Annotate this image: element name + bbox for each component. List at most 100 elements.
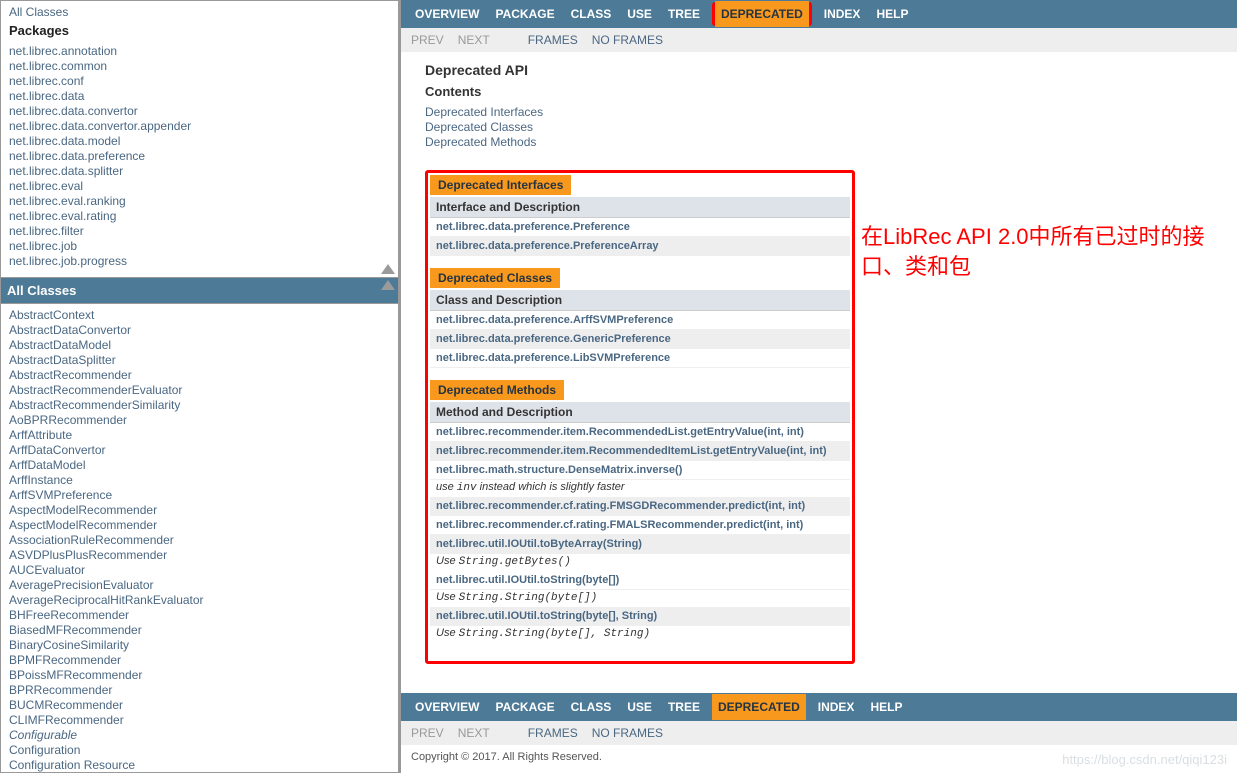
dep-row[interactable]: net.librec.recommender.cf.rating.FMSGDRe…: [430, 497, 850, 516]
dep-row[interactable]: net.librec.util.IOUtil.toString(byte[], …: [430, 607, 850, 626]
class-link[interactable]: AssociationRuleRecommender: [9, 533, 390, 548]
nav-deprecated[interactable]: DEPRECATED: [712, 694, 806, 720]
package-link[interactable]: net.librec.data: [9, 89, 390, 104]
class-link[interactable]: ArffDataModel: [9, 458, 390, 473]
package-link[interactable]: net.librec.job.progress: [9, 254, 390, 269]
class-link[interactable]: ArffSVMPreference: [9, 488, 390, 503]
dep-row[interactable]: net.librec.data.preference.GenericPrefer…: [430, 330, 850, 349]
top-sub-nav: PREV NEXT FRAMES NO FRAMES: [401, 28, 1237, 52]
dep-row[interactable]: net.librec.recommender.item.RecommendedI…: [430, 442, 850, 461]
class-link[interactable]: AoBPRRecommender: [9, 413, 390, 428]
nav-tree[interactable]: TREE: [664, 694, 704, 720]
package-link[interactable]: net.librec.conf: [9, 74, 390, 89]
class-link[interactable]: ArffAttribute: [9, 428, 390, 443]
dep-row[interactable]: net.librec.data.preference.LibSVMPrefere…: [430, 349, 850, 368]
package-link[interactable]: net.librec.data.preference: [9, 149, 390, 164]
class-link[interactable]: BiasedMFRecommender: [9, 623, 390, 638]
class-link[interactable]: BHFreeRecommender: [9, 608, 390, 623]
class-link[interactable]: AbstractRecommenderEvaluator: [9, 383, 390, 398]
class-link[interactable]: AbstractDataSplitter: [9, 353, 390, 368]
dep-row[interactable]: net.librec.data.preference.Preference: [430, 218, 850, 237]
top-nav: OVERVIEW PACKAGE CLASS USE TREE DEPRECATED IND…: [401, 0, 1237, 28]
nav-class[interactable]: CLASS: [567, 694, 616, 720]
dep-row[interactable]: net.librec.recommender.item.RecommendedL…: [430, 423, 850, 442]
class-link[interactable]: AverageReciprocalHitRankEvaluator: [9, 593, 390, 608]
contents-links: Deprecated InterfacesDeprecated ClassesD…: [425, 105, 1213, 150]
class-link[interactable]: AbstractRecommender: [9, 368, 390, 383]
class-link[interactable]: BUCMRecommender: [9, 698, 390, 713]
class-link[interactable]: AUCEvaluator: [9, 563, 390, 578]
class-link[interactable]: BinaryCosineSimilarity: [9, 638, 390, 653]
class-link[interactable]: AspectModelRecommender: [9, 503, 390, 518]
nav-index[interactable]: INDEX: [814, 694, 859, 720]
package-link[interactable]: net.librec.data.splitter: [9, 164, 390, 179]
nav-index[interactable]: INDEX: [820, 1, 865, 27]
packages-frame[interactable]: All Classes Packages net.librec.annotati…: [0, 0, 401, 278]
class-link[interactable]: BPRRecommender: [9, 683, 390, 698]
all-classes-bar: All Classes: [0, 278, 401, 304]
package-link[interactable]: net.librec.annotation: [9, 44, 390, 59]
package-link[interactable]: net.librec.eval.ranking: [9, 194, 390, 209]
nav-use[interactable]: USE: [623, 1, 656, 27]
dep-caption: Deprecated Methods: [430, 380, 564, 400]
class-link[interactable]: ArffDataConvertor: [9, 443, 390, 458]
package-link[interactable]: net.librec.eval.rating: [9, 209, 390, 224]
nav-help[interactable]: HELP: [872, 1, 912, 27]
contents-link[interactable]: Deprecated Methods: [425, 135, 1213, 150]
class-link[interactable]: AbstractDataConvertor: [9, 323, 390, 338]
package-link[interactable]: net.librec.data.model: [9, 134, 390, 149]
dep-row[interactable]: net.librec.recommender.cf.rating.FMALSRe…: [430, 516, 850, 535]
class-link[interactable]: BPMFRecommender: [9, 653, 390, 668]
package-link[interactable]: net.librec.eval: [9, 179, 390, 194]
frames-link-bottom[interactable]: FRAMES: [528, 726, 578, 740]
page-title: Deprecated API: [425, 62, 1213, 78]
nav-class[interactable]: CLASS: [567, 1, 616, 27]
noframes-link-bottom[interactable]: NO FRAMES: [592, 726, 663, 740]
class-link[interactable]: ASVDPlusPlusRecommender: [9, 548, 390, 563]
class-link[interactable]: ArffInstance: [9, 473, 390, 488]
package-link[interactable]: net.librec.job: [9, 239, 390, 254]
package-link[interactable]: net.librec.data.convertor.appender: [9, 119, 390, 134]
class-link[interactable]: CLIMFRecommender: [9, 713, 390, 728]
contents-link[interactable]: Deprecated Interfaces: [425, 105, 1213, 120]
dep-caption: Deprecated Interfaces: [430, 175, 571, 195]
class-link[interactable]: AveragePrecisionEvaluator: [9, 578, 390, 593]
noframes-link[interactable]: NO FRAMES: [592, 33, 663, 47]
classes-frame[interactable]: AbstractContextAbstractDataConvertorAbst…: [0, 304, 401, 773]
bottom-sub-nav: PREV NEXT FRAMES NO FRAMES: [401, 721, 1237, 745]
nav-deprecated[interactable]: DEPRECATED: [715, 1, 809, 27]
class-link[interactable]: Configurable: [9, 728, 390, 743]
dep-row[interactable]: net.librec.data.preference.ArffSVMPrefer…: [430, 311, 850, 330]
dep-row[interactable]: net.librec.util.IOUtil.toString(byte[]): [430, 571, 850, 590]
class-link[interactable]: AspectModelRecommender: [9, 518, 390, 533]
class-link[interactable]: Configuration: [9, 743, 390, 758]
nav-package[interactable]: PACKAGE: [491, 694, 558, 720]
package-link[interactable]: net.librec.data.convertor: [9, 104, 390, 119]
nav-use[interactable]: USE: [623, 694, 656, 720]
class-link[interactable]: BPoissMFRecommender: [9, 668, 390, 683]
nav-overview[interactable]: OVERVIEW: [411, 1, 483, 27]
nav-help[interactable]: HELP: [866, 694, 906, 720]
class-link[interactable]: AbstractRecommenderSimilarity: [9, 398, 390, 413]
package-link[interactable]: net.librec.common: [9, 59, 390, 74]
class-link[interactable]: Configuration Resource: [9, 758, 390, 773]
next-link-bottom: NEXT: [458, 726, 490, 740]
class-link[interactable]: AbstractDataModel: [9, 338, 390, 353]
nav-package[interactable]: PACKAGE: [491, 1, 558, 27]
class-link[interactable]: AbstractContext: [9, 308, 390, 323]
class-list: AbstractContextAbstractDataConvertorAbst…: [9, 308, 390, 773]
dep-row[interactable]: net.librec.util.IOUtil.toByteArray(Strin…: [430, 535, 850, 554]
nav-overview[interactable]: OVERVIEW: [411, 694, 483, 720]
all-classes-link-top[interactable]: All Classes: [9, 5, 68, 19]
frames-link[interactable]: FRAMES: [528, 33, 578, 47]
dep-row[interactable]: net.librec.data.preference.PreferenceArr…: [430, 237, 850, 256]
dep-row-note: use inv instead which is slightly faster: [430, 480, 850, 497]
dep-section: Deprecated InterfacesInterface and Descr…: [430, 175, 850, 256]
contents-link[interactable]: Deprecated Classes: [425, 120, 1213, 135]
all-classes-bar-label: All Classes: [7, 283, 76, 298]
package-link[interactable]: net.librec.filter: [9, 224, 390, 239]
dep-row[interactable]: net.librec.math.structure.DenseMatrix.in…: [430, 461, 850, 480]
dep-section: Deprecated MethodsMethod and Description…: [430, 380, 850, 643]
nav-tree[interactable]: TREE: [664, 1, 704, 27]
dep-header: Class and Description: [430, 290, 850, 311]
